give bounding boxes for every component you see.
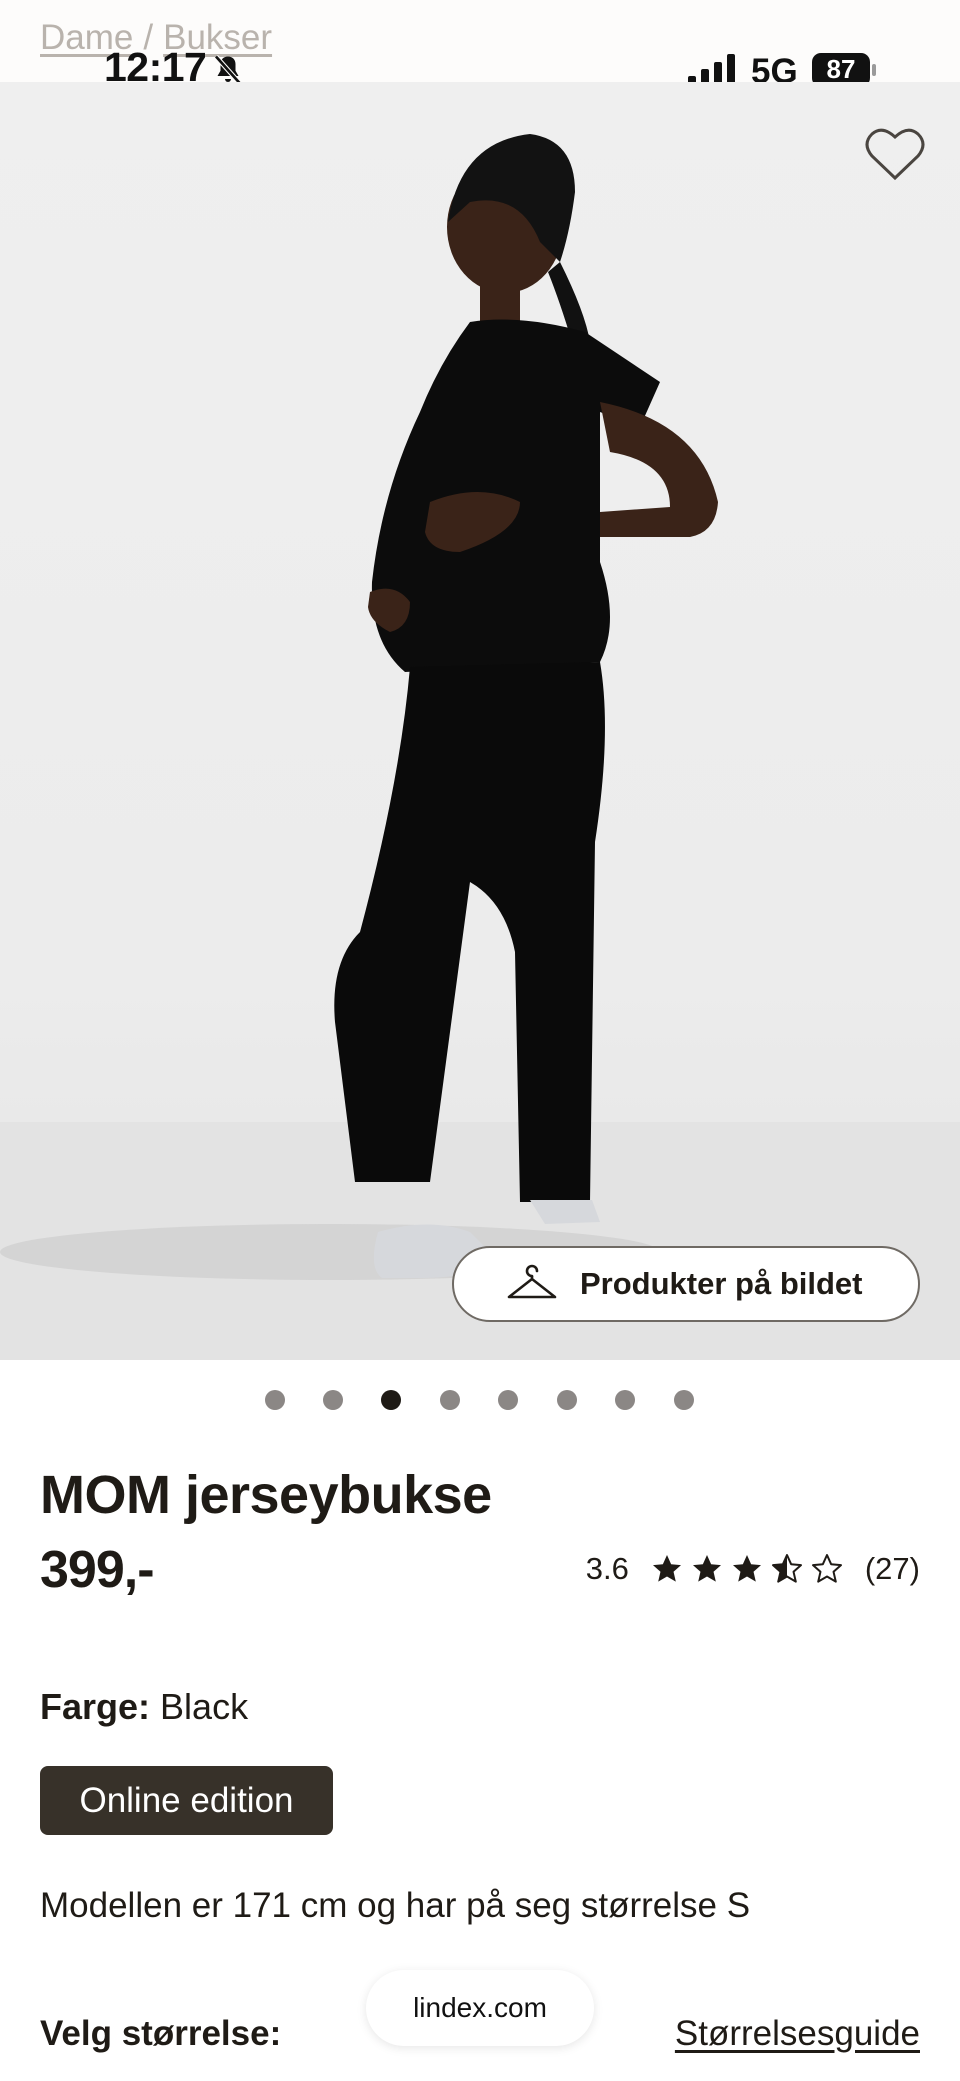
star-empty-icon bbox=[811, 1554, 842, 1583]
carousel-dot[interactable] bbox=[440, 1390, 460, 1410]
color-label: Farge: bbox=[40, 1686, 151, 1727]
carousel-dot[interactable] bbox=[498, 1390, 518, 1410]
carousel-dot-active[interactable] bbox=[381, 1390, 401, 1410]
carousel-dots bbox=[0, 1390, 960, 1414]
star-filled-icon bbox=[692, 1555, 721, 1582]
rating-count: (27) bbox=[864, 1551, 920, 1586]
battery-level: 87 bbox=[826, 54, 856, 84]
size-guide-link[interactable]: Størrelsesguide bbox=[675, 2014, 920, 2054]
carousel-dot[interactable] bbox=[674, 1390, 694, 1410]
products-in-image-label: Produkter på bildet bbox=[580, 1266, 863, 1301]
carousel-dot[interactable] bbox=[557, 1390, 577, 1410]
star-filled-icon bbox=[652, 1555, 681, 1582]
heart-outline-icon[interactable] bbox=[864, 126, 926, 182]
star-filled-icon bbox=[732, 1555, 761, 1582]
color-row: Farge: Black bbox=[40, 1686, 248, 1728]
size-select-label: Velg størrelse: bbox=[40, 2014, 282, 2053]
color-value: Black bbox=[160, 1686, 249, 1727]
product-price: 399,- bbox=[40, 1541, 155, 1599]
carousel-dot[interactable] bbox=[323, 1390, 343, 1410]
hanger-icon bbox=[507, 1264, 557, 1299]
online-edition-badge: Online edition bbox=[40, 1766, 333, 1835]
product-title: MOM jerseybukse bbox=[40, 1465, 492, 1525]
carousel-dot[interactable] bbox=[265, 1390, 285, 1410]
star-half-icon bbox=[771, 1554, 802, 1583]
rating-score: 3.6 bbox=[585, 1551, 629, 1586]
model-size-note: Modellen er 171 cm og har på seg størrel… bbox=[40, 1886, 751, 1925]
top-bar: Dame / Bukser 12:17 5G 87 bbox=[0, 0, 960, 91]
products-in-image-button[interactable]: Produkter på bildet bbox=[452, 1246, 920, 1322]
product-photo bbox=[0, 134, 960, 1360]
carousel-dot[interactable] bbox=[615, 1390, 635, 1410]
product-rating[interactable]: 3.6 (27) bbox=[586, 1548, 920, 1590]
browser-url-bar[interactable]: lindex.com bbox=[366, 1970, 594, 2046]
rating-stars bbox=[651, 1553, 851, 1585]
product-image[interactable]: Produkter på bildet bbox=[0, 82, 960, 1360]
